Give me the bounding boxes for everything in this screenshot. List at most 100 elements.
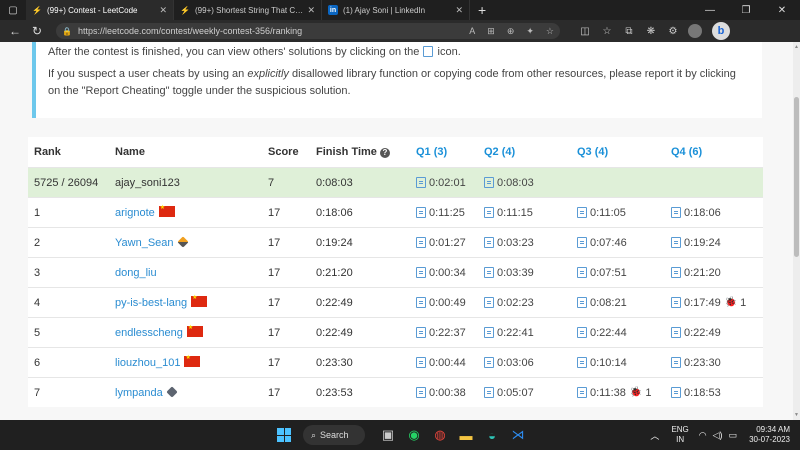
cell-q4[interactable]: 0:19:24 — [671, 237, 751, 249]
favorite-star-icon[interactable]: ☆ — [546, 26, 554, 37]
scroll-down-icon[interactable]: ▼ — [794, 412, 799, 418]
split-screen-icon[interactable]: ◫ — [574, 26, 596, 37]
volume-icon[interactable]: ◁) — [713, 430, 723, 441]
solution-icon[interactable] — [577, 297, 587, 308]
solution-icon[interactable] — [416, 357, 426, 368]
user-link[interactable]: arignote — [115, 207, 155, 219]
cell-q2[interactable]: 0:03:39 — [484, 267, 577, 279]
cell-q2[interactable]: 0:08:03 — [484, 177, 577, 189]
solution-icon[interactable] — [484, 237, 494, 248]
cell-q1[interactable]: 0:00:34 — [416, 267, 484, 279]
solution-icon[interactable] — [416, 177, 426, 188]
cell-q4[interactable]: 0:22:49 — [671, 327, 751, 339]
header-q3[interactable]: Q3 (4) — [577, 146, 671, 158]
close-tab-icon[interactable]: ✕ — [455, 5, 463, 16]
cell-q1[interactable]: 0:01:27 — [416, 237, 484, 249]
puzzle-icon[interactable]: ⚙ — [662, 26, 684, 37]
header-q4[interactable]: Q4 (6) — [671, 146, 751, 158]
tab-contest[interactable]: ⚡ (99+) Contest - LeetCode ✕ — [26, 0, 174, 20]
solution-icon[interactable] — [416, 387, 426, 398]
solution-icon[interactable] — [416, 207, 426, 218]
cell-q4[interactable]: 0:21:20 — [671, 267, 751, 279]
solution-icon[interactable] — [416, 327, 426, 338]
solution-icon[interactable] — [577, 327, 587, 338]
cell-q4[interactable]: 0:17:49 🐞 1 — [671, 297, 751, 309]
copilot-icon[interactable]: ❋ — [640, 26, 662, 37]
cell-q4[interactable]: 0:23:30 — [671, 357, 751, 369]
new-tab-button[interactable]: + — [470, 2, 494, 18]
user-link[interactable]: liouzhou_101 — [115, 357, 180, 369]
solution-icon[interactable] — [671, 297, 681, 308]
user-link[interactable]: dong_liu — [115, 267, 157, 279]
cell-q1[interactable]: 0:22:37 — [416, 327, 484, 339]
extensions-icon[interactable]: ✦ — [526, 26, 534, 37]
solution-icon[interactable] — [577, 267, 587, 278]
solution-icon[interactable] — [671, 387, 681, 398]
cell-q1[interactable]: 0:02:01 — [416, 177, 484, 189]
close-tab-icon[interactable]: ✕ — [307, 5, 315, 16]
cell-q4[interactable]: 0:18:53 — [671, 387, 751, 399]
collections-icon[interactable]: ⧉ — [618, 26, 640, 37]
cell-q3[interactable]: 0:22:44 — [577, 327, 671, 339]
solution-icon[interactable] — [671, 267, 681, 278]
solution-icon[interactable] — [484, 357, 494, 368]
header-q1[interactable]: Q1 (3) — [416, 146, 484, 158]
clock[interactable]: 09:34 AM 30-07-2023 — [749, 425, 790, 445]
cell-q3[interactable]: 0:07:46 — [577, 237, 671, 249]
scrollbar-thumb[interactable] — [794, 97, 799, 257]
windows-start-icon[interactable] — [277, 428, 291, 442]
solution-icon[interactable] — [416, 267, 426, 278]
solution-icon[interactable] — [484, 177, 494, 188]
cell-q4[interactable]: 0:18:06 — [671, 207, 751, 219]
cell-q2[interactable]: 0:03:23 — [484, 237, 577, 249]
lock-icon[interactable]: 🔒 — [62, 27, 72, 36]
solution-icon[interactable] — [416, 297, 426, 308]
solution-icon[interactable] — [484, 387, 494, 398]
cell-q1[interactable]: 0:00:38 — [416, 387, 484, 399]
cell-q3[interactable]: 0:08:21 — [577, 297, 671, 309]
cell-q3[interactable]: 0:11:38 🐞 1 — [577, 387, 671, 399]
chrome-icon[interactable]: ◍ — [427, 427, 453, 443]
refresh-icon[interactable]: ↻ — [26, 24, 48, 38]
solution-icon[interactable] — [577, 237, 587, 248]
cell-q1[interactable]: 0:11:25 — [416, 207, 484, 219]
workspaces-icon[interactable]: ▢ — [0, 0, 26, 20]
vscode-icon[interactable]: ⋊ — [505, 427, 531, 443]
user-link[interactable]: py-is-best-lang — [115, 297, 187, 309]
restore-icon[interactable]: ❐ — [728, 5, 764, 16]
avatar[interactable] — [688, 24, 702, 38]
solution-icon[interactable] — [416, 237, 426, 248]
wifi-icon[interactable]: ◠ — [699, 430, 707, 441]
grid-icon[interactable]: ⊞ — [487, 26, 495, 37]
edge-icon[interactable]: ◒ — [479, 428, 505, 443]
read-aloud-icon[interactable]: A — [469, 26, 475, 36]
user-link[interactable]: endlesscheng — [115, 327, 183, 339]
solution-icon[interactable] — [577, 387, 587, 398]
cell-q3[interactable]: 0:11:05 — [577, 207, 671, 219]
zoom-icon[interactable]: ⊕ — [507, 26, 515, 37]
language-indicator[interactable]: ENG IN — [671, 425, 688, 445]
file-explorer-icon[interactable]: ▬ — [453, 428, 479, 443]
back-icon[interactable]: ← — [4, 24, 26, 38]
solution-icon[interactable] — [484, 327, 494, 338]
whatsapp-icon[interactable]: ◉ — [401, 427, 427, 443]
taskbar-search-button[interactable]: ⌕ Search — [303, 425, 365, 445]
solution-icon[interactable] — [671, 357, 681, 368]
minimize-icon[interactable]: — — [692, 5, 728, 16]
tab-linkedin[interactable]: in (1) Ajay Soni | LinkedIn ✕ — [322, 0, 470, 20]
solution-icon[interactable] — [671, 327, 681, 338]
close-window-icon[interactable]: ✕ — [764, 5, 800, 16]
help-icon[interactable]: ? — [379, 148, 390, 158]
task-view-icon[interactable]: ▣ — [375, 427, 401, 443]
cell-q3[interactable]: 0:07:51 — [577, 267, 671, 279]
cell-q2[interactable]: 0:11:15 — [484, 207, 577, 219]
page-scrollbar[interactable]: ▲ ▼ — [793, 42, 800, 420]
cell-q2[interactable]: 0:03:06 — [484, 357, 577, 369]
cell-q1[interactable]: 0:00:49 — [416, 297, 484, 309]
cell-q2[interactable]: 0:05:07 — [484, 387, 577, 399]
cell-q2[interactable]: 0:02:23 — [484, 297, 577, 309]
solution-icon[interactable] — [671, 207, 681, 218]
solution-icon[interactable] — [484, 297, 494, 308]
header-q2[interactable]: Q2 (4) — [484, 146, 577, 158]
cell-q1[interactable]: 0:00:44 — [416, 357, 484, 369]
